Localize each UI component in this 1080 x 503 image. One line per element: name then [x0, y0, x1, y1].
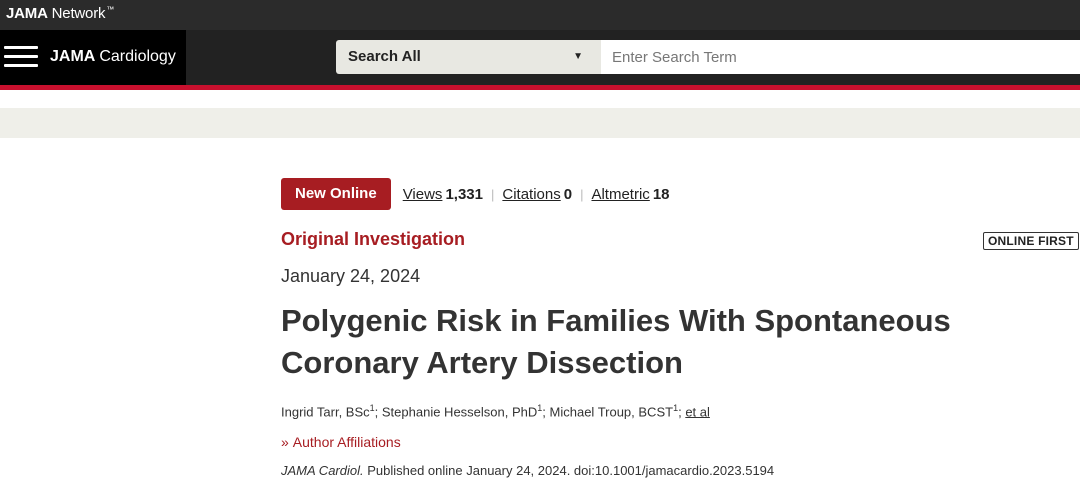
article-type: Original Investigation — [281, 229, 466, 249]
author-list: Ingrid Tarr, BSc1; Stephanie Hesselson, … — [281, 403, 710, 420]
altmetric-metric[interactable]: Altmetric 18 — [591, 186, 669, 203]
journal-logo[interactable]: JAMA Cardiology — [50, 48, 176, 66]
metric-separator: | — [490, 186, 495, 202]
altmetric-label[interactable]: Altmetric — [591, 186, 649, 203]
citations-value: 0 — [563, 185, 573, 203]
altmetric-value: 18 — [652, 185, 670, 203]
citations-label[interactable]: Citations — [502, 186, 560, 203]
article-title: Polygenic Risk in Families With Spontane… — [281, 303, 951, 380]
search-scope-label: Search All — [348, 48, 421, 65]
views-label[interactable]: Views — [403, 186, 443, 203]
author-link[interactable]: Michael Troup, BCST — [550, 404, 674, 419]
author-affiliation-ref[interactable]: 1 — [370, 403, 375, 413]
journal-block: JAMA Cardiology — [0, 30, 186, 85]
jama-network-logo[interactable]: JAMA Network™ — [6, 5, 114, 22]
author-link[interactable]: Ingrid Tarr, BSc — [281, 404, 370, 419]
network-topbar: JAMA Network™ — [0, 0, 1080, 30]
search-scope-select[interactable]: Search All ▼ — [336, 40, 601, 74]
et-al-link[interactable]: et al — [685, 404, 710, 419]
brand-trademark: ™ — [106, 5, 115, 14]
author-affiliation-ref[interactable]: 1 — [537, 403, 542, 413]
online-first-badge: ONLINE FIRST — [983, 232, 1079, 250]
author-affiliation-ref[interactable]: 1 — [673, 403, 678, 413]
metric-separator: | — [580, 186, 584, 202]
article-metrics: New Online Views 1,331 | Citations 0 | Alt… — [281, 178, 670, 210]
caret-down-icon: ▼ — [573, 51, 583, 62]
citation-text: Published online January 24, 2024. doi:1… — [363, 463, 775, 478]
views-metric[interactable]: Views 1,331 — [403, 186, 483, 203]
citation-journal: JAMA Cardiol. — [281, 463, 364, 478]
hamburger-icon[interactable] — [4, 44, 38, 70]
double-chevron-right-icon: » — [281, 434, 289, 450]
journal-navbar: JAMA Cardiology Search All ▼ — [0, 30, 1080, 85]
ad-band — [0, 108, 1080, 138]
search-input[interactable] — [601, 40, 1080, 74]
author-affiliations-label: Author Affiliations — [292, 434, 401, 450]
journal-name-bold: JAMA — [50, 48, 96, 65]
citations-metric[interactable]: Citations 0 — [502, 186, 572, 203]
journal-name-rest: Cardiology — [99, 48, 176, 65]
brand-rest-text: Network — [47, 5, 106, 22]
author-link[interactable]: Stephanie Hesselson, PhD — [382, 404, 537, 419]
views-value: 1,331 — [445, 185, 483, 203]
author-affiliations-toggle[interactable]: » Author Affiliations — [281, 434, 401, 450]
accent-divider — [0, 85, 1080, 90]
publication-date: January 24, 2024 — [281, 266, 421, 286]
brand-bold-text: JAMA — [6, 5, 48, 22]
new-online-badge[interactable]: New Online — [281, 178, 391, 210]
citation-line: JAMA Cardiol. Published online January 2… — [281, 463, 774, 478]
